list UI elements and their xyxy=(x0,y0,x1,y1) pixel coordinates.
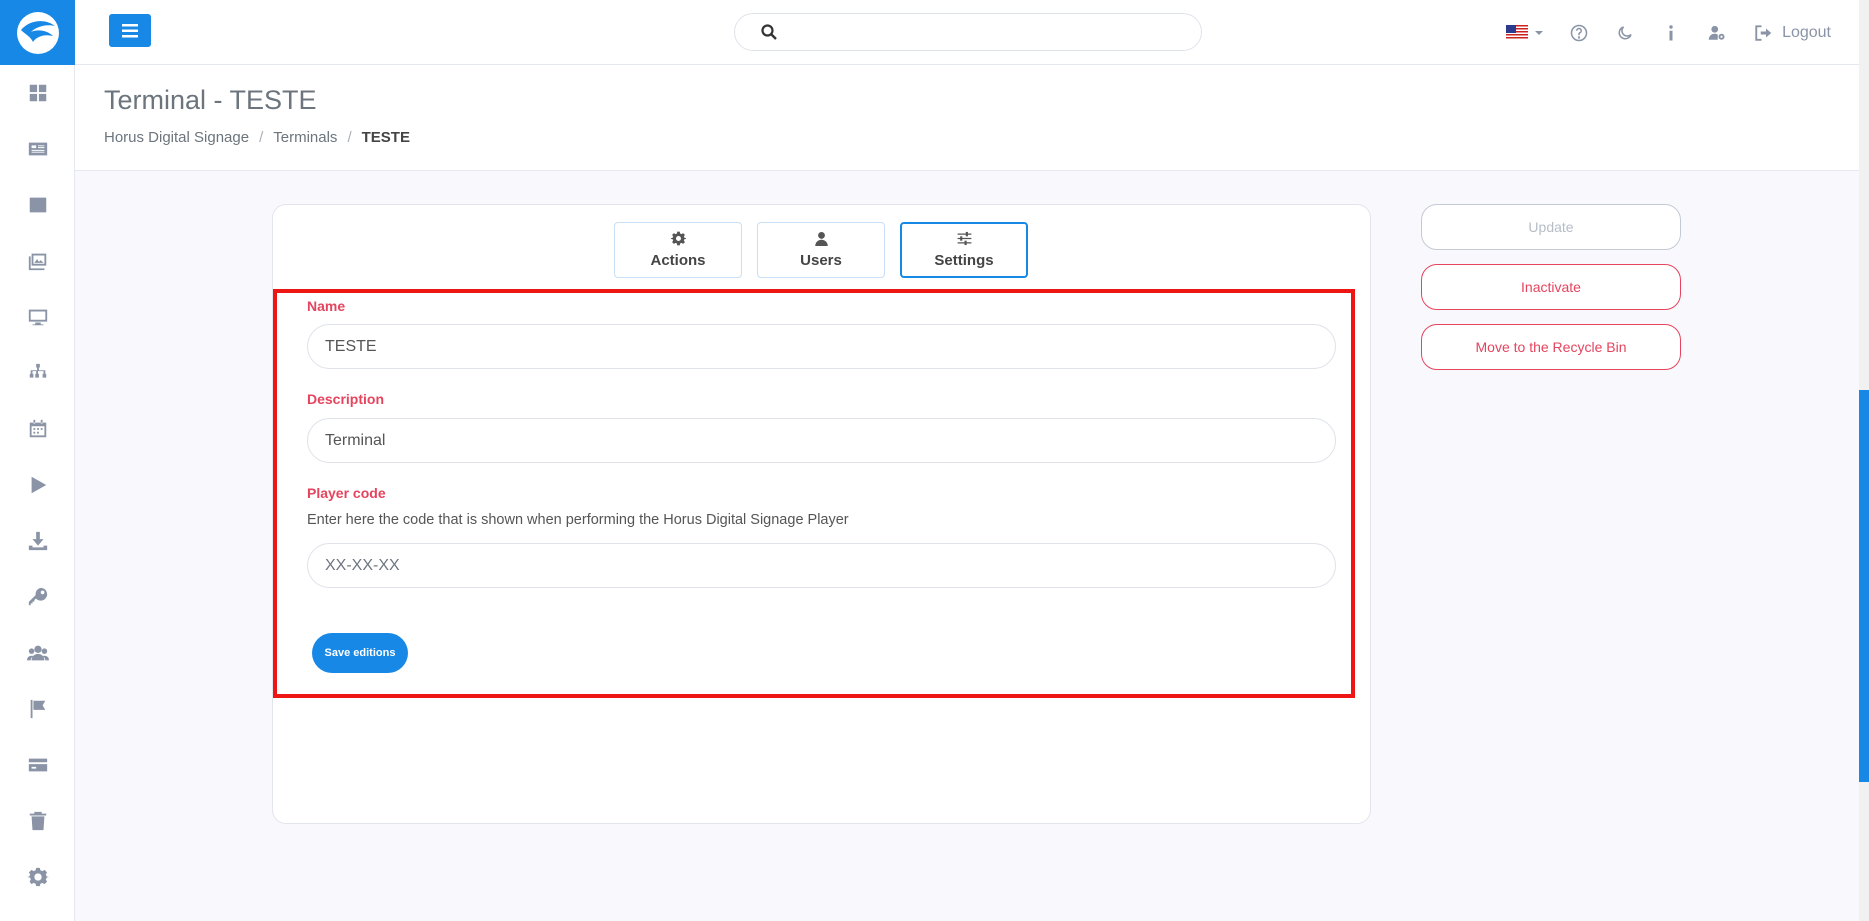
calendar-icon xyxy=(29,419,46,438)
tab-settings[interactable]: Settings xyxy=(900,222,1028,278)
news-icon xyxy=(28,142,47,156)
page-scrollbar[interactable] xyxy=(1859,0,1869,921)
gear-icon xyxy=(670,231,686,246)
description-field[interactable] xyxy=(307,418,1336,463)
sidebar-item-licenses[interactable] xyxy=(0,569,75,625)
search-icon xyxy=(761,24,777,40)
trash-icon xyxy=(29,811,46,831)
question-circle-icon xyxy=(1570,24,1588,41)
images-icon xyxy=(28,253,46,271)
logout-button[interactable]: Logout xyxy=(1754,24,1831,42)
name-field[interactable] xyxy=(307,324,1336,369)
sidebar-item-groups[interactable] xyxy=(0,345,75,401)
sidebar-item-media[interactable] xyxy=(0,233,75,289)
help-button[interactable] xyxy=(1570,24,1588,42)
dashboard-icon xyxy=(29,84,46,102)
inactivate-button[interactable]: Inactivate xyxy=(1421,264,1681,310)
sidebar-item-inbox[interactable] xyxy=(0,177,75,233)
app-logo[interactable] xyxy=(0,0,75,65)
users-icon xyxy=(26,645,49,661)
download-icon xyxy=(28,531,47,551)
search-input[interactable] xyxy=(789,20,1189,44)
sidebar-item-downloads[interactable] xyxy=(0,513,75,569)
sidebar-item-news[interactable] xyxy=(0,121,75,177)
breadcrumb-item-terminals[interactable]: Terminals xyxy=(273,129,337,146)
moon-icon xyxy=(1618,25,1632,39)
save-editions-button[interactable]: Save editions xyxy=(312,633,408,673)
scrollbar-thumb[interactable] xyxy=(1859,390,1869,782)
play-icon xyxy=(31,476,46,494)
player-code-field[interactable] xyxy=(307,543,1336,588)
account-settings-button[interactable] xyxy=(1708,24,1726,42)
player-code-label: Player code xyxy=(307,485,386,501)
sidebar-item-billing[interactable] xyxy=(0,737,75,793)
sidebar-item-schedule[interactable] xyxy=(0,401,75,457)
sidebar-item-settings[interactable] xyxy=(0,849,75,905)
tab-bar: Actions Users Settings xyxy=(614,222,1043,278)
sidebar-item-users[interactable] xyxy=(0,625,75,681)
caret-down-icon xyxy=(1535,30,1544,35)
sidebar-item-flags[interactable] xyxy=(0,681,75,737)
search-box xyxy=(734,13,1202,51)
us-flag-icon xyxy=(1506,25,1529,40)
user-icon xyxy=(814,231,828,246)
user-gear-icon xyxy=(1708,25,1725,40)
page-title: Terminal - TESTE xyxy=(104,85,317,115)
sidebar-item-dashboard[interactable] xyxy=(0,65,75,121)
inbox-icon xyxy=(29,197,46,213)
breadcrumb-separator: / xyxy=(259,129,264,146)
breadcrumb-item-current: TESTE xyxy=(361,129,410,146)
description-label: Description xyxy=(307,391,385,407)
tab-actions-label: Actions xyxy=(650,252,706,269)
topbar: Logout xyxy=(75,0,1869,65)
tab-settings-label: Settings xyxy=(934,252,994,269)
tab-actions[interactable]: Actions xyxy=(614,222,742,278)
hamburger-icon xyxy=(122,23,138,37)
tab-users-label: Users xyxy=(800,252,842,269)
sidebar-item-recycle-bin[interactable] xyxy=(0,793,75,849)
card-icon xyxy=(28,758,47,772)
sidebar-item-playlists[interactable] xyxy=(0,457,75,513)
dark-mode-button[interactable] xyxy=(1616,24,1634,42)
gear-icon xyxy=(26,867,49,887)
sign-out-icon xyxy=(1755,24,1772,41)
logout-label: Logout xyxy=(1782,23,1831,41)
eagle-logo-icon xyxy=(16,11,59,54)
sliders-icon xyxy=(957,231,971,246)
breadcrumb-separator: / xyxy=(347,129,352,146)
sidebar xyxy=(0,0,75,921)
monitor-icon xyxy=(28,309,47,326)
flag-icon xyxy=(30,699,45,719)
menu-toggle-button[interactable] xyxy=(109,14,151,47)
language-selector[interactable] xyxy=(1506,25,1544,40)
breadcrumb: Horus Digital Signage / Terminals / TEST… xyxy=(104,129,410,146)
breadcrumb-item-home[interactable]: Horus Digital Signage xyxy=(104,129,249,146)
tab-users[interactable]: Users xyxy=(757,222,885,278)
page-header: Terminal - TESTE Horus Digital Signage /… xyxy=(75,65,1859,171)
sidebar-item-terminals[interactable] xyxy=(0,289,75,345)
player-code-help-text: Enter here the code that is shown when p… xyxy=(307,512,849,528)
name-label: Name xyxy=(307,298,346,314)
move-to-recycle-bin-button[interactable]: Move to the Recycle Bin xyxy=(1421,324,1681,370)
sitemap-icon xyxy=(29,363,46,378)
key-icon xyxy=(28,587,47,606)
info-button[interactable] xyxy=(1662,24,1680,42)
info-icon xyxy=(1669,24,1673,40)
update-button[interactable]: Update xyxy=(1421,204,1681,250)
